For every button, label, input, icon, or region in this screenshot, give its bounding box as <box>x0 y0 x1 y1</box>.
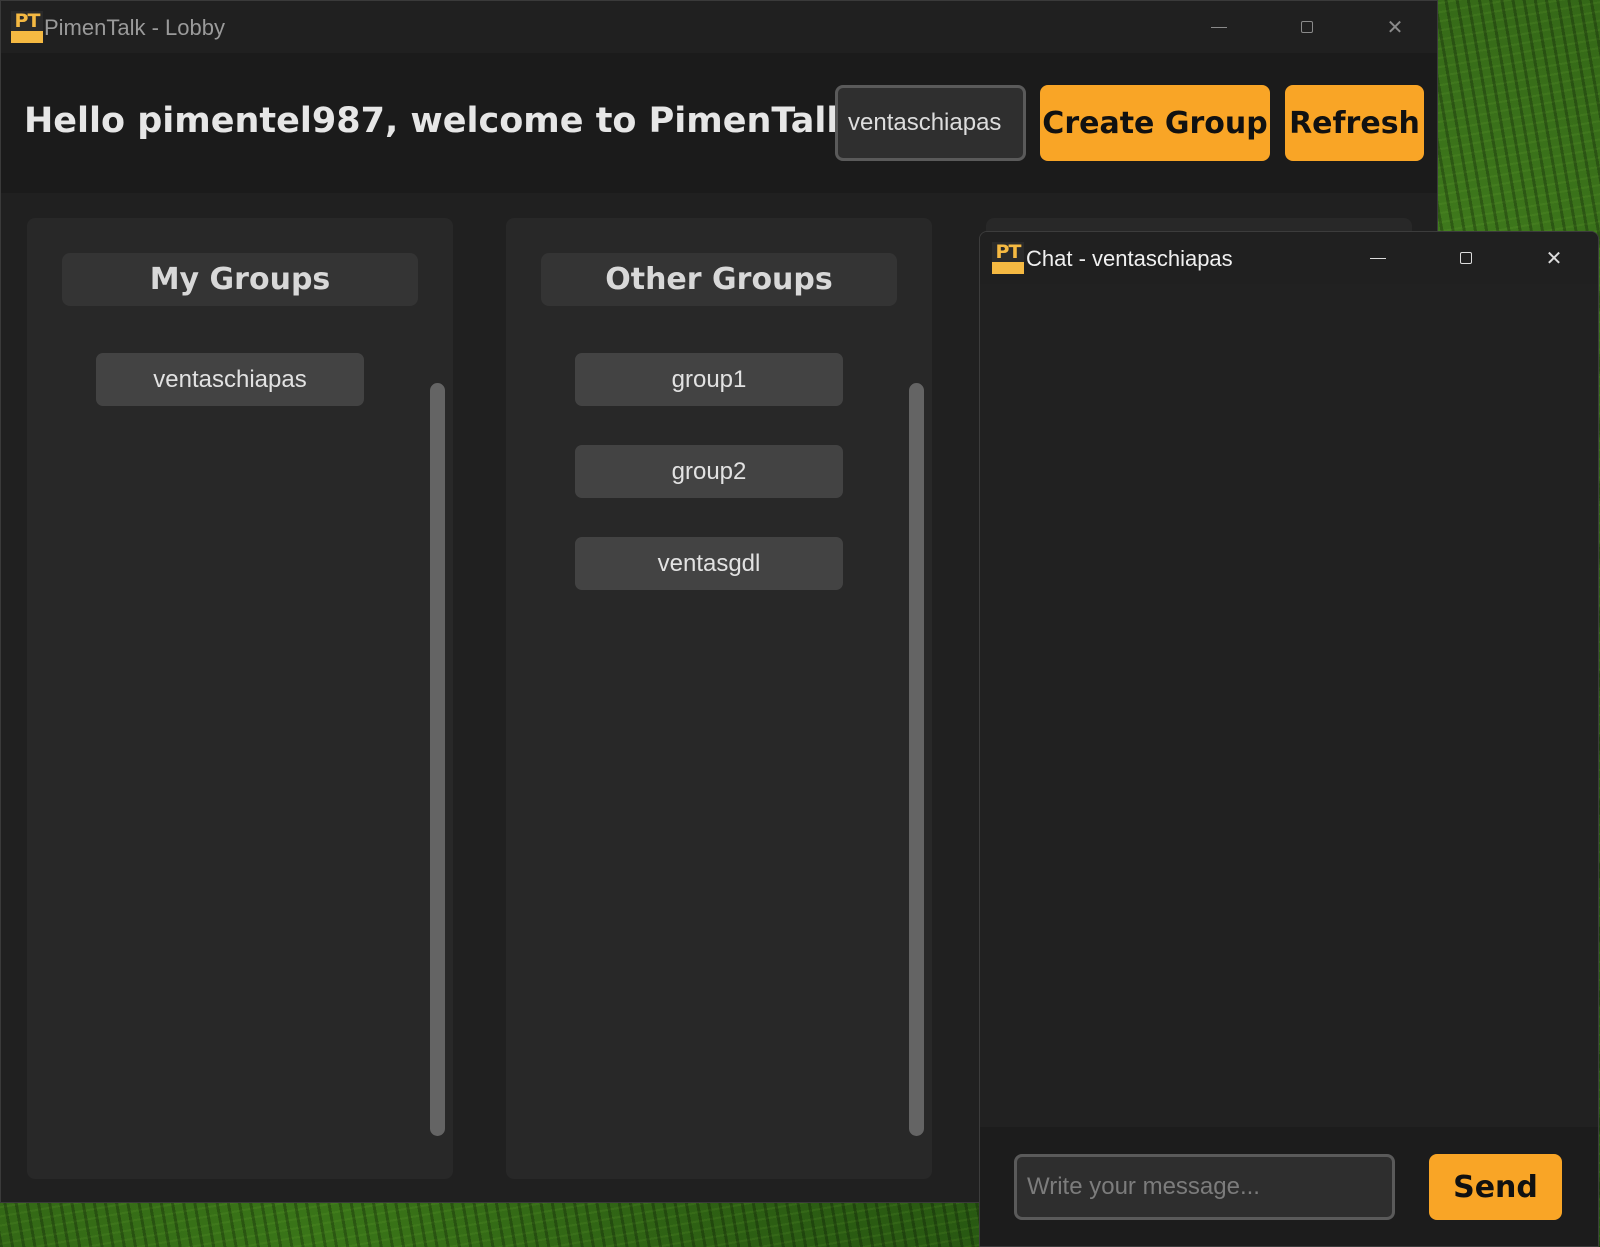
chat-maximize-button[interactable] <box>1422 232 1510 284</box>
minimize-icon <box>1370 257 1386 259</box>
chat-close-button[interactable]: ✕ <box>1510 232 1598 284</box>
other-group-item[interactable]: group2 <box>575 445 843 498</box>
welcome-heading: Hello pimentel987, welcome to PimenTalk! <box>24 101 866 141</box>
send-button[interactable]: Send <box>1429 1154 1562 1220</box>
group-name-input-value: ventaschiapas <box>848 109 1002 136</box>
minimize-icon <box>1211 26 1227 28</box>
my-groups-scrollbar[interactable] <box>430 383 445 1136</box>
message-input-placeholder: Write your message... <box>1027 1173 1260 1200</box>
other-groups-title: Other Groups <box>541 253 897 306</box>
group-name-input[interactable]: ventaschiapas <box>835 85 1026 161</box>
maximize-button[interactable] <box>1263 1 1351 53</box>
chat-window: PT Chat - ventaschiapas ✕ Write your mes… <box>979 231 1599 1247</box>
lobby-titlebar[interactable]: PT PimenTalk - Lobby ✕ <box>1 1 1437 53</box>
my-groups-panel: My Groups ventaschiapas <box>27 218 453 1179</box>
create-group-button[interactable]: Create Group <box>1040 85 1270 161</box>
chat-minimize-button[interactable] <box>1334 232 1422 284</box>
refresh-button[interactable]: Refresh <box>1285 85 1424 161</box>
other-groups-panel: Other Groups group1 group2 ventasgdl <box>506 218 932 1179</box>
my-groups-title: My Groups <box>62 253 418 306</box>
my-group-item[interactable]: ventaschiapas <box>96 353 364 406</box>
chat-logo-icon: PT <box>992 242 1024 274</box>
lobby-window-title: PimenTalk - Lobby <box>44 15 225 40</box>
lobby-header: Hello pimentel987, welcome to PimenTalk!… <box>1 53 1437 193</box>
close-icon: ✕ <box>1386 15 1404 39</box>
other-group-item[interactable]: group1 <box>575 353 843 406</box>
message-input[interactable]: Write your message... <box>1014 1154 1395 1220</box>
close-icon: ✕ <box>1545 246 1563 270</box>
minimize-button[interactable] <box>1175 1 1263 53</box>
maximize-icon <box>1460 252 1472 264</box>
chat-window-title: Chat - ventaschiapas <box>1026 246 1233 271</box>
other-groups-scrollbar[interactable] <box>909 383 924 1136</box>
close-button[interactable]: ✕ <box>1351 1 1437 53</box>
chat-messages-area[interactable] <box>980 284 1598 1127</box>
maximize-icon <box>1301 21 1313 33</box>
chat-titlebar[interactable]: PT Chat - ventaschiapas ✕ <box>980 232 1598 284</box>
other-group-item[interactable]: ventasgdl <box>575 537 843 590</box>
app-logo-icon: PT <box>11 11 43 43</box>
chat-footer: Write your message... Send <box>980 1127 1598 1246</box>
